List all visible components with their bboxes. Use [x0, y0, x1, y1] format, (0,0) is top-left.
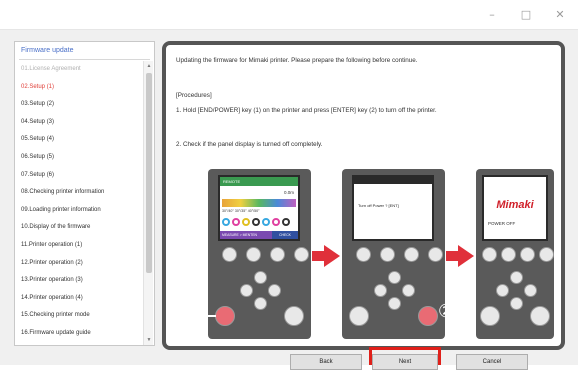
- sidebar-item-step-12[interactable]: 12.Printer operation (2): [15, 255, 143, 273]
- printer-panel-3: Mimaki POWER OFF: [476, 169, 554, 339]
- marker-1: ①: [186, 301, 203, 322]
- sidebar-item-step-3[interactable]: 03.Setup (2): [15, 96, 143, 114]
- sidebar-item-step-5[interactable]: 05.Setup (4): [15, 131, 143, 149]
- sidebar-item-step-2[interactable]: 02.Setup (1): [15, 79, 143, 97]
- panel-3-function-keys: [482, 247, 554, 262]
- panel-1-end-power-key: [215, 306, 235, 326]
- panel-1-jog-keys: [230, 271, 290, 331]
- marker-2: ②: [438, 301, 455, 322]
- panel-3-status: POWER OFF: [488, 221, 516, 226]
- panel-2-end-power-key: [349, 306, 369, 326]
- printer-panel-1: REMOTE 0.0m 30°/40° 30°/35° 40°/50° MEAS…: [186, 169, 311, 339]
- sidebar-scrollbar[interactable]: ▲ ▼: [143, 61, 153, 345]
- panel-1-header: REMOTE: [220, 177, 298, 186]
- sidebar-item-step-13[interactable]: 13.Printer operation (3): [15, 272, 143, 290]
- operation-illustration: REMOTE 0.0m 30°/40° 30°/35° 40°/50° MEAS…: [172, 169, 554, 339]
- panel-3-enter-key: [530, 306, 550, 326]
- sidebar-item-step-11[interactable]: 11.Printer operation (1): [15, 237, 143, 255]
- sidebar-title: Firmware update: [21, 47, 74, 54]
- panel-1-color-bar: [222, 199, 296, 207]
- panel-1-enter-key: [284, 306, 304, 326]
- panel-1-screen: REMOTE 0.0m 30°/40° 30°/35° 40°/50° MEAS…: [218, 175, 300, 241]
- sidebar-item-step-9[interactable]: 09.Loading printer information: [15, 202, 143, 220]
- scroll-thumb[interactable]: [146, 73, 152, 273]
- printer-panel-2: Turn off Power ? [ENT] ②: [342, 169, 454, 339]
- panel-1-footer-left: MEASURE > MENTEN: [220, 231, 272, 239]
- scroll-down-icon[interactable]: ▼: [144, 335, 154, 345]
- panel-2-function-keys: [356, 247, 443, 262]
- procedures-heading: [Procedures]: [176, 92, 212, 99]
- sidebar-item-step-14[interactable]: 14.Printer operation (4): [15, 290, 143, 308]
- intro-text: Updating the firmware for Mimaki printer…: [176, 57, 418, 64]
- panel-3-end-power-key: [480, 306, 500, 326]
- scroll-up-icon[interactable]: ▲: [144, 61, 154, 71]
- panel-1-temps: 30°/40° 30°/35° 40°/50°: [222, 209, 260, 213]
- sidebar-item-step-8[interactable]: 08.Checking printer information: [15, 184, 143, 202]
- panel-2-jog-keys: [364, 271, 424, 331]
- sidebar-item-step-4[interactable]: 04.Setup (3): [15, 114, 143, 132]
- steps-sidebar: Firmware update 01.License Agreement 02.S…: [14, 41, 155, 346]
- sidebar-item-step-10[interactable]: 10.Display of the firmware: [15, 219, 143, 237]
- firmware-update-window: – □ ✕ Firmware update 01.License Agreeme…: [0, 0, 578, 370]
- sidebar-item-step-1[interactable]: 01.License Agreement: [15, 61, 143, 79]
- panel-1-footer-right: CHECK: [272, 231, 298, 239]
- arrow-2-shaft: [446, 251, 458, 261]
- marker-1-line: [204, 315, 216, 317]
- sidebar-item-step-7[interactable]: 07.Setup (6): [15, 167, 143, 185]
- next-button-highlight: [369, 347, 441, 365]
- step-2-text: 2. Check if the panel display is turned …: [176, 141, 323, 148]
- panel-2-message: Turn off Power ? [ENT]: [358, 203, 399, 208]
- instruction-panel: Updating the firmware for Mimaki printer…: [162, 41, 565, 350]
- arrow-1-shaft: [312, 251, 324, 261]
- arrow-right-icon: [458, 245, 474, 267]
- cancel-button[interactable]: Cancel: [456, 354, 528, 370]
- sidebar-divider: [19, 59, 150, 60]
- sidebar-item-step-16[interactable]: 16.Firmware update guide: [15, 325, 143, 343]
- panel-1-ink-dots: [222, 218, 290, 226]
- arrow-right-icon: [324, 245, 340, 267]
- panel-3-screen: Mimaki POWER OFF: [482, 175, 548, 241]
- panel-2-screen: Turn off Power ? [ENT]: [352, 175, 434, 241]
- panel-1-function-keys: [222, 247, 309, 262]
- maximize-icon[interactable]: □: [520, 8, 532, 21]
- panel-1-value: 0.0m: [283, 190, 294, 195]
- panel-2-enter-key: [418, 306, 438, 326]
- step-1-text: 1. Hold [END/POWER] key (1) on the print…: [176, 107, 437, 114]
- steps-list[interactable]: 01.License Agreement 02.Setup (1) 03.Setup…: [15, 61, 143, 345]
- back-button[interactable]: Back: [290, 354, 362, 370]
- mimaki-logo: Mimaki: [496, 199, 534, 211]
- sidebar-item-step-15[interactable]: 15.Checking printer mode: [15, 307, 143, 325]
- window-controls: – □ ✕: [486, 8, 566, 21]
- close-icon[interactable]: ✕: [554, 8, 566, 21]
- sidebar-item-step-6[interactable]: 06.Setup (5): [15, 149, 143, 167]
- minimize-icon[interactable]: –: [486, 8, 498, 21]
- title-bar: – □ ✕: [0, 0, 578, 30]
